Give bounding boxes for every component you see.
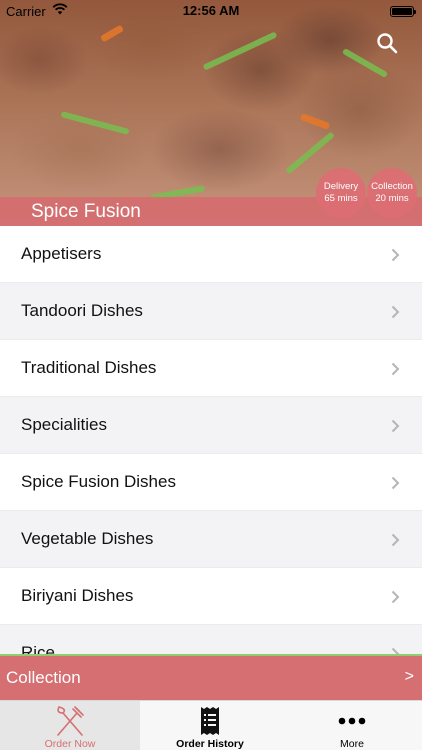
- tab-label: Order History: [176, 738, 244, 750]
- status-bar: Carrier 12:56 AM: [0, 0, 422, 22]
- chevron-right-icon: [391, 590, 400, 604]
- more-dots-icon: [338, 717, 366, 725]
- tab-label: More: [340, 738, 364, 750]
- chevron-right-icon: [391, 362, 400, 376]
- chevron-right-icon: [391, 419, 400, 433]
- delivery-label: Delivery: [323, 181, 359, 192]
- order-mode-button[interactable]: Collection >: [0, 656, 422, 700]
- carrier-label: Carrier: [6, 4, 46, 19]
- chevron-right-icon: [391, 305, 400, 319]
- battery-icon: [390, 6, 416, 17]
- tab-order-now[interactable]: Order Now: [0, 701, 140, 750]
- collection-label: Collection: [371, 181, 413, 192]
- tab-label: Order Now: [44, 738, 96, 750]
- wifi-icon: [52, 3, 68, 18]
- carrot-garnish: [99, 24, 125, 43]
- receipt-icon: [201, 707, 219, 735]
- order-mode-arrow: >: [404, 668, 414, 685]
- menu-category-label: Tandoori Dishes: [21, 301, 143, 320]
- order-mode-label: Collection: [6, 668, 81, 687]
- menu-category-list[interactable]: Appetisers Tandoori Dishes Traditional D…: [0, 226, 422, 656]
- menu-category-tandoori[interactable]: Tandoori Dishes: [0, 283, 422, 340]
- menu-category-appetisers[interactable]: Appetisers: [0, 226, 422, 283]
- menu-category-biriyani[interactable]: Biriyani Dishes: [0, 568, 422, 625]
- delivery-time: 65 mins: [324, 193, 358, 204]
- tab-order-history[interactable]: Order History: [140, 701, 280, 750]
- menu-category-spice-fusion[interactable]: Spice Fusion Dishes: [0, 454, 422, 511]
- menu-category-vegetable[interactable]: Vegetable Dishes: [0, 511, 422, 568]
- menu-category-label: Appetisers: [21, 244, 102, 263]
- delivery-time-badge: Delivery 65 mins: [316, 168, 366, 218]
- herb-garnish: [202, 31, 278, 71]
- menu-category-specialities[interactable]: Specialities: [0, 397, 422, 454]
- menu-category-label: Specialities: [21, 415, 107, 434]
- menu-category-label: Biriyani Dishes: [21, 586, 134, 605]
- menu-category-label: Vegetable Dishes: [21, 529, 154, 548]
- restaurant-name: Spice Fusion: [31, 201, 141, 222]
- chevron-right-icon: [391, 476, 400, 490]
- chevron-right-icon: [391, 533, 400, 547]
- tab-bar: Order Now Order History More: [0, 700, 422, 750]
- collection-time: 20 mins: [375, 193, 409, 204]
- menu-category-label: Spice Fusion Dishes: [21, 472, 176, 491]
- carrot-garnish: [299, 113, 331, 130]
- menu-category-label: Traditional Dishes: [21, 358, 157, 377]
- herb-garnish: [60, 111, 130, 135]
- collection-time-badge: Collection 20 mins: [367, 168, 417, 218]
- menu-category-traditional[interactable]: Traditional Dishes: [0, 340, 422, 397]
- search-button[interactable]: [376, 32, 398, 54]
- tab-more[interactable]: More: [282, 701, 422, 750]
- menu-category-rice[interactable]: Rice: [0, 625, 422, 656]
- fork-knife-icon: [57, 706, 84, 736]
- search-icon: [377, 33, 398, 54]
- chevron-right-icon: [391, 248, 400, 262]
- herb-garnish: [285, 131, 335, 175]
